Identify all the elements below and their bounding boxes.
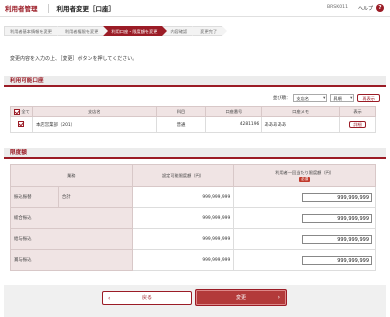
- page-title: 利用者変更［口座］: [56, 5, 116, 13]
- user-limit-input[interactable]: 999,999,999: [302, 255, 372, 265]
- business-cell: 給与振込: [10, 228, 133, 250]
- bank-limit-cell: 999,999,999: [131, 186, 235, 208]
- table-header-row: 全て 支店名 科目 口座番号 口座メモ 表示: [10, 106, 376, 117]
- help-icon[interactable]: ?: [376, 4, 384, 12]
- table-row: 給与振込 999,999,999 999,999,999: [10, 228, 376, 250]
- instruction-text: 変更内容を入力の上、［変更］ボタンを押してください。: [10, 56, 138, 62]
- user-limit-label: 利用者一回当たり限度額（円）: [275, 169, 334, 175]
- help-label: ヘルプ: [357, 5, 373, 12]
- step-basic-info: 利用者基本情報を変更: [4, 26, 62, 36]
- subject-cell: 普通: [155, 116, 207, 133]
- business-cell: 総合振込: [10, 207, 133, 229]
- detail-button[interactable]: 詳細: [349, 121, 366, 128]
- sort-bar: 並び順： 支店名 昇順 再表示: [273, 94, 380, 102]
- step-accounts-limits: 利用口座・限度額を変更: [103, 26, 168, 36]
- submit-change-button[interactable]: 変更 ›: [195, 289, 287, 306]
- step-permissions: 利用者権限を変更: [56, 26, 108, 36]
- user-limit-input[interactable]: 999,999,999: [302, 234, 372, 244]
- help-link[interactable]: ヘルプ ?: [358, 4, 384, 12]
- chevron-right-icon: ›: [277, 294, 280, 301]
- sort-key-select[interactable]: 支店名: [293, 94, 328, 102]
- table-header-row: 業務 設定可能限度額（円） 利用者一回当たり限度額（円） 必須: [10, 164, 376, 187]
- accounts-section-title: 利用可能口座: [4, 76, 386, 87]
- user-limit-cell: 999,999,999: [233, 186, 376, 208]
- table-row: 総合振込 999,999,999 999,999,999: [10, 207, 376, 229]
- col-subject: 科目: [155, 106, 207, 117]
- limits-section-title: 限度額: [4, 148, 386, 159]
- branch-cell: 本店営業部（201）: [31, 116, 157, 133]
- user-limit-input[interactable]: 999,999,999: [302, 192, 372, 202]
- menu-title: 利用者管理: [5, 5, 38, 13]
- back-button[interactable]: ‹ 戻る: [102, 291, 192, 305]
- bank-limit-cell: 999,999,999: [131, 249, 235, 271]
- header-divider: [47, 3, 49, 13]
- bank-limit-cell: 999,999,999: [131, 228, 235, 250]
- limits-table: 業務 設定可能限度額（円） 利用者一回当たり限度額（円） 必須 振込振替 合計 …: [10, 164, 376, 271]
- user-limit-input[interactable]: 999,999,999: [302, 213, 372, 223]
- row-checkbox[interactable]: [18, 121, 25, 128]
- required-badge: 必須: [299, 176, 311, 182]
- sort-order-select[interactable]: 昇順: [330, 94, 355, 102]
- col-account-number: 口座番号: [205, 106, 263, 117]
- col-bank-limit: 設定可能限度額（円）: [131, 164, 235, 187]
- business-cell: 賞与振込: [10, 249, 133, 271]
- back-button-label: 戻る: [141, 295, 152, 301]
- select-all-label: 全て: [21, 108, 30, 114]
- account-number-cell: 4281196: [205, 116, 263, 133]
- memo-cell: あああああ: [261, 116, 341, 133]
- step-indicator: 利用者基本情報を変更 利用者権限を変更 利用口座・限度額を変更 内容確認 変更完…: [4, 26, 227, 36]
- select-all-header[interactable]: 全て: [10, 106, 33, 117]
- bank-limit-cell: 999,999,999: [131, 207, 235, 229]
- business-cell: 振込振替: [10, 186, 59, 208]
- sort-label: 並び順：: [272, 96, 291, 101]
- business-sub-cell: 合計: [57, 186, 133, 208]
- user-limit-cell: 999,999,999: [233, 249, 376, 271]
- select-all-checkbox[interactable]: [14, 108, 20, 115]
- user-limit-cell: 999,999,999: [233, 207, 376, 229]
- screen-id: BRSK011: [326, 5, 348, 10]
- table-row: 本店営業部（201） 普通 4281196 あああああ 詳細: [10, 116, 376, 133]
- user-limit-cell: 999,999,999: [233, 228, 376, 250]
- submit-button-label: 変更: [235, 295, 246, 301]
- table-row: 振込振替 合計 999,999,999 999,999,999: [10, 186, 376, 208]
- col-business: 業務: [10, 164, 133, 187]
- col-account-memo: 口座メモ: [261, 106, 341, 117]
- chevron-left-icon: ‹: [108, 295, 111, 302]
- col-user-limit: 利用者一回当たり限度額（円） 必須: [233, 164, 376, 187]
- table-row: 賞与振込 999,999,999 999,999,999: [10, 249, 376, 271]
- col-display: 表示: [339, 106, 376, 117]
- detail-cell: 詳細: [339, 116, 376, 133]
- row-checkbox-cell[interactable]: [10, 116, 33, 133]
- resort-button[interactable]: 再表示: [357, 94, 380, 102]
- col-branch: 支店名: [31, 106, 157, 117]
- app-header: 利用者管理 利用者変更［口座］ BRSK011 ヘルプ ?: [0, 0, 390, 17]
- accounts-table: 全て 支店名 科目 口座番号 口座メモ 表示 本店営業部（201） 普通 428…: [10, 106, 376, 133]
